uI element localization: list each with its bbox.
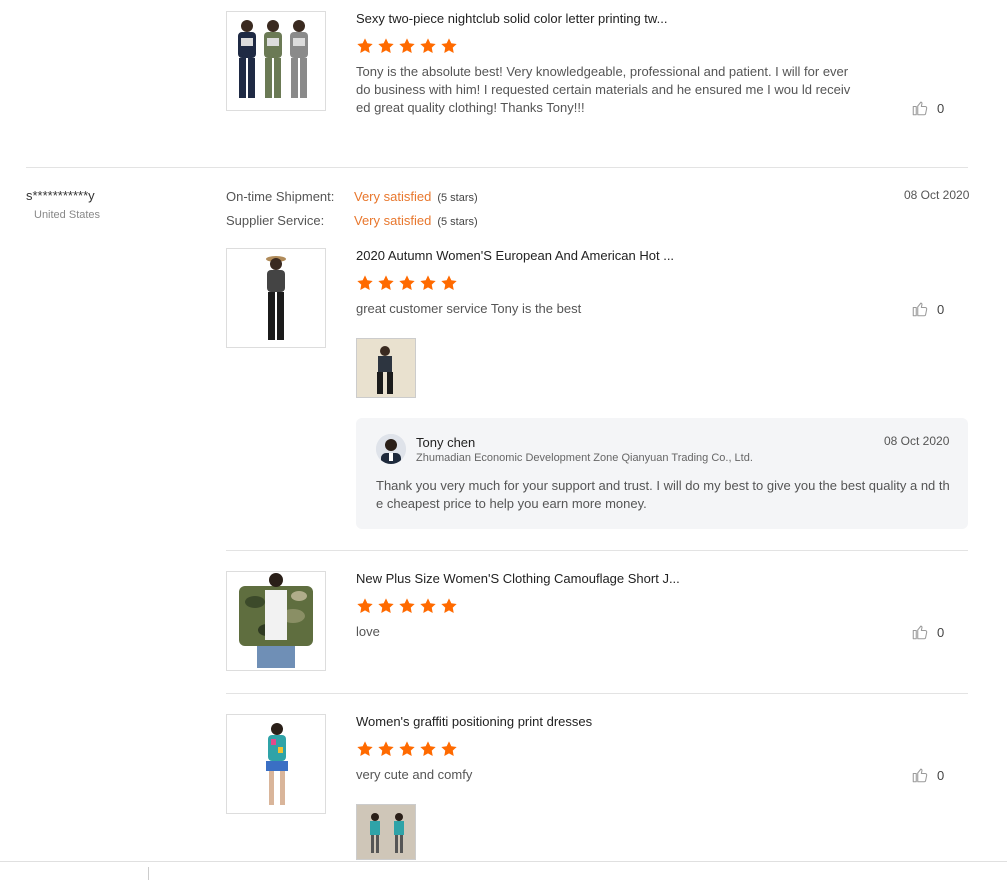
like-button[interactable]: 0 [911,766,944,784]
star-rating [356,740,458,758]
star-icon [356,597,374,615]
like-button[interactable]: 0 [911,300,944,318]
star-icon [419,597,437,615]
product-thumbnail[interactable] [226,248,326,348]
review-text: great customer service Tony is the best [356,301,582,316]
seller-avatar [376,434,406,464]
star-icon [440,597,458,615]
star-icon [440,37,458,55]
star-icon [419,740,437,758]
star-rating [356,274,458,292]
review-text: very cute and comfy [356,767,473,782]
bottom-bar-divider [148,867,149,880]
divider [226,693,968,694]
thumbs-up-icon [911,99,929,117]
reply-text: Thank you very much for your support and… [376,478,950,511]
star-icon [398,274,416,292]
like-count: 0 [937,301,945,317]
review-text: love [356,624,380,639]
star-icon [377,274,395,292]
star-icon [377,740,395,758]
product-title[interactable]: New Plus Size Women'S Clothing Camouflag… [356,571,680,586]
rating-label-shipment: On-time Shipment: [226,189,335,204]
star-icon [398,740,416,758]
like-count: 0 [937,767,945,783]
thumbs-up-icon [911,300,929,318]
reviewer-country: United States [34,209,101,221]
rating-value-service: Very satisfied (5 stars) [354,213,478,228]
seller-reply: Tony chen Zhumadian Economic Development… [356,418,968,529]
seller-name: Tony chen [416,435,476,450]
star-icon [419,37,437,55]
star-icon [356,37,374,55]
product-thumbnail[interactable] [226,714,326,814]
star-icon [356,740,374,758]
like-button[interactable]: 0 [911,99,944,117]
star-rating [356,37,458,55]
thumbs-up-icon [911,623,929,641]
product-thumbnail[interactable] [226,571,326,671]
bottom-bar-border [0,861,1007,862]
review-photo[interactable] [356,338,416,398]
like-count: 0 [937,624,945,640]
seller-company: Zhumadian Economic Development Zone Qian… [416,452,753,464]
star-icon [440,740,458,758]
star-rating [356,597,458,615]
star-icon [398,597,416,615]
like-count: 0 [937,100,945,116]
reply-date: 08 Oct 2020 [884,434,950,448]
review-text: Tony is the absolute best! Very knowledg… [356,64,851,115]
product-title[interactable]: 2020 Autumn Women'S European And America… [356,248,674,263]
rating-value-shipment: Very satisfied (5 stars) [354,189,478,204]
divider [26,167,968,168]
star-icon [377,37,395,55]
divider [226,550,968,551]
star-icon [356,274,374,292]
review-photo[interactable] [356,804,416,860]
reviewer-name: s***********y [26,188,95,203]
star-icon [398,37,416,55]
product-title[interactable]: Women's graffiti positioning print dress… [356,714,592,729]
star-icon [419,274,437,292]
like-button[interactable]: 0 [911,623,944,641]
product-thumbnail[interactable] [226,11,326,111]
product-title[interactable]: Sexy two-piece nightclub solid color let… [356,11,667,26]
review-date: 08 Oct 2020 [904,188,970,202]
rating-label-service: Supplier Service: [226,213,325,228]
thumbs-up-icon [911,766,929,784]
star-icon [377,597,395,615]
star-icon [440,274,458,292]
